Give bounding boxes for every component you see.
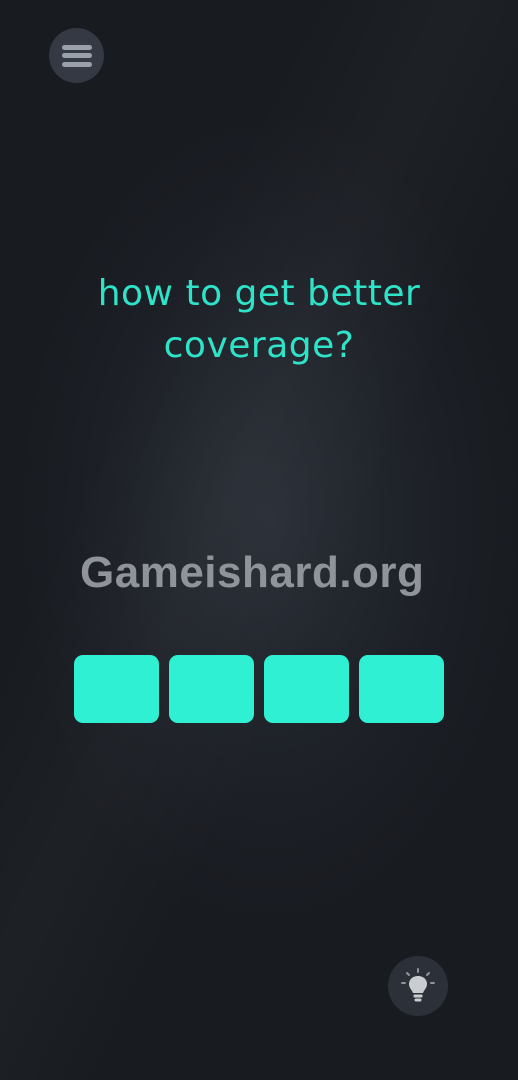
watermark-text: Gameishard.org bbox=[80, 548, 425, 597]
lightbulb-icon bbox=[401, 968, 435, 1002]
answer-tiles bbox=[74, 655, 444, 723]
hint-button[interactable] bbox=[388, 956, 448, 1016]
hamburger-menu-icon bbox=[61, 44, 92, 67]
answer-tile-2[interactable] bbox=[169, 655, 254, 723]
answer-tile-3[interactable] bbox=[264, 655, 349, 723]
answer-tile-1[interactable] bbox=[74, 655, 159, 723]
question-text: how to get better coverage? bbox=[97, 273, 421, 366]
answer-tile-4[interactable] bbox=[359, 655, 444, 723]
background-streak bbox=[0, 0, 518, 1080]
menu-button[interactable] bbox=[49, 28, 104, 83]
